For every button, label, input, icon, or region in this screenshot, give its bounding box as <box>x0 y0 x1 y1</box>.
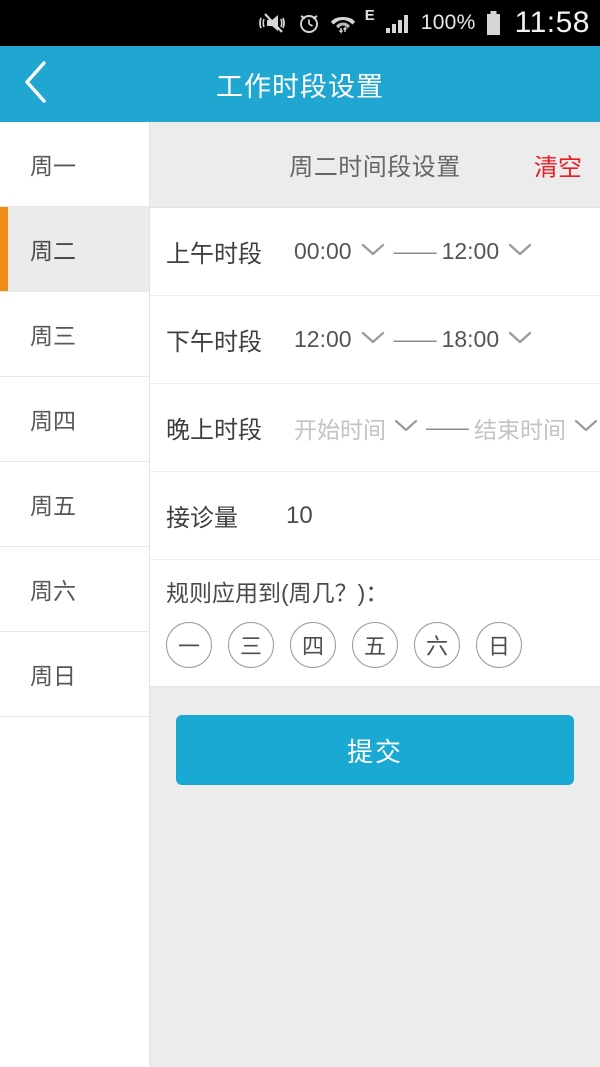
morning-range-separator: —— <box>393 238 437 264</box>
settings-panel: 周二时间段设置 清空 上午时段 00:00 —— 12:00 下午时段 12:0… <box>150 122 600 1067</box>
chevron-down-icon <box>392 416 420 439</box>
capacity-value[interactable]: 10 <box>286 502 313 530</box>
morning-end-time-field[interactable]: 12:00 <box>442 238 536 265</box>
chip-label: 日 <box>487 634 510 659</box>
afternoon-period-label: 下午时段 <box>166 329 262 356</box>
afternoon-end-time-field[interactable]: 18:00 <box>442 326 536 353</box>
evening-period-label: 晚上时段 <box>166 417 262 444</box>
vibrate-mute-icon <box>258 11 288 35</box>
apply-rule-label: 规则应用到(周几？)： <box>166 580 389 606</box>
body-container: 周一 周二 周三 周四 周五 周六 周日 周二时间段设置 清空 上午时段 00:… <box>0 122 600 1067</box>
back-button[interactable] <box>0 46 72 122</box>
chevron-down-icon <box>505 240 535 263</box>
apply-rule-row: 规则应用到(周几？)： <box>150 560 600 612</box>
chevron-down-icon <box>505 328 535 351</box>
chip-thursday[interactable]: 四 <box>290 622 336 668</box>
weekday-chip-group: 一 三 四 五 六 日 <box>150 612 600 686</box>
capacity-label: 接诊量 <box>166 505 238 532</box>
sidebar-item-sunday[interactable]: 周日 <box>0 632 149 717</box>
evening-end-time-field[interactable]: 结束时间 <box>474 411 600 445</box>
panel-title: 周二时间段设置 <box>289 154 461 181</box>
sidebar-item-wednesday[interactable]: 周三 <box>0 292 149 377</box>
chip-label: 一 <box>177 634 200 659</box>
status-bar: E 100% 11:58 <box>0 0 600 46</box>
chip-monday[interactable]: 一 <box>166 622 212 668</box>
afternoon-range-separator: —— <box>393 326 437 352</box>
status-clock: 11:58 <box>514 6 590 39</box>
settings-card: 上午时段 00:00 —— 12:00 下午时段 12:00 —— 18:00 … <box>150 207 600 687</box>
chip-label: 六 <box>425 634 448 659</box>
submit-button[interactable]: 提交 <box>176 715 574 785</box>
chip-sunday[interactable]: 日 <box>476 622 522 668</box>
app-header: 工作时段设置 <box>0 46 600 122</box>
sidebar-item-label: 周日 <box>30 663 76 689</box>
afternoon-end-time-value: 18:00 <box>441 326 500 352</box>
battery-percent-label: 100% <box>420 11 476 34</box>
sidebar-item-thursday[interactable]: 周四 <box>0 377 149 462</box>
sidebar-item-saturday[interactable]: 周六 <box>0 547 149 632</box>
sidebar-item-label: 周六 <box>30 578 76 604</box>
chip-friday[interactable]: 五 <box>352 622 398 668</box>
sidebar-item-label: 周五 <box>30 493 76 519</box>
morning-start-time-field[interactable]: 00:00 <box>294 238 388 265</box>
afternoon-start-time-value: 12:00 <box>294 326 352 352</box>
morning-period-label: 上午时段 <box>166 241 262 268</box>
sidebar-item-label: 周二 <box>30 238 76 264</box>
sidebar-item-label: 周三 <box>30 323 76 349</box>
app-root: E 100% 11:58 工作时段设置 周一 周二 周三 周四 周五 周六 周日… <box>0 0 600 1067</box>
weekday-sidebar: 周一 周二 周三 周四 周五 周六 周日 <box>0 122 150 1067</box>
clear-button[interactable]: 清空 <box>534 147 582 182</box>
chevron-down-icon <box>358 240 388 263</box>
chip-label: 三 <box>239 634 262 659</box>
chip-label: 五 <box>363 634 386 659</box>
sidebar-item-tuesday[interactable]: 周二 <box>0 207 149 292</box>
network-type-label: E <box>364 7 375 24</box>
afternoon-start-time-field[interactable]: 12:00 <box>294 326 388 353</box>
sidebar-item-label: 周一 <box>30 153 76 179</box>
wifi-icon <box>330 11 356 35</box>
morning-start-time-value: 00:00 <box>294 238 352 264</box>
afternoon-period-row: 下午时段 12:00 —— 18:00 <box>150 296 600 384</box>
chip-saturday[interactable]: 六 <box>414 622 460 668</box>
alarm-clock-icon <box>297 11 321 35</box>
sidebar-item-label: 周四 <box>30 408 76 434</box>
chip-label: 四 <box>301 634 324 659</box>
page-title: 工作时段设置 <box>216 71 384 102</box>
panel-header: 周二时间段设置 清空 <box>150 122 600 207</box>
chevron-left-icon <box>21 58 51 111</box>
evening-start-time-value: 开始时间 <box>294 416 386 443</box>
evening-end-time-value: 结束时间 <box>474 416 566 443</box>
capacity-row: 接诊量 10 <box>150 472 600 560</box>
chevron-down-icon <box>572 416 600 439</box>
evening-start-time-field[interactable]: 开始时间 <box>294 411 420 445</box>
panel-empty-area <box>150 785 600 1067</box>
sidebar-item-friday[interactable]: 周五 <box>0 462 149 547</box>
morning-period-row: 上午时段 00:00 —— 12:00 <box>150 208 600 296</box>
sidebar-item-monday[interactable]: 周一 <box>0 122 149 207</box>
submit-area: 提交 <box>150 687 600 785</box>
morning-end-time-value: 12:00 <box>441 238 500 264</box>
evening-range-separator: —— <box>426 414 469 440</box>
chip-wednesday[interactable]: 三 <box>228 622 274 668</box>
signal-bars-icon <box>384 11 412 35</box>
chevron-down-icon <box>358 328 388 351</box>
evening-period-row: 晚上时段 开始时间 —— 结束时间 <box>150 384 600 472</box>
battery-icon <box>485 10 502 36</box>
